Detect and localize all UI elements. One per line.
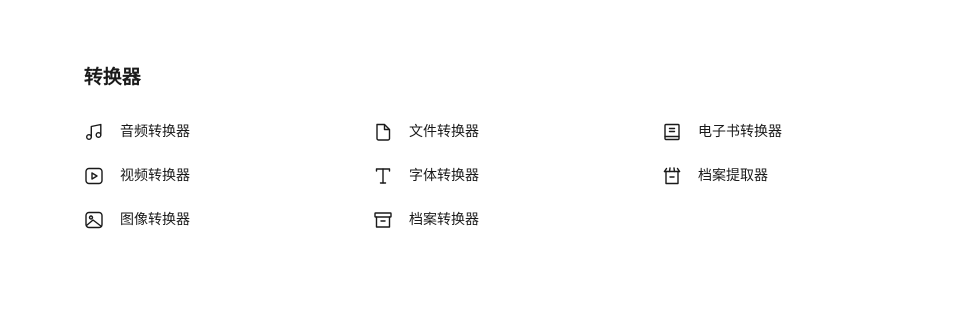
archive-converter-link[interactable]: 档案转换器: [373, 198, 662, 242]
ebook-icon: [662, 122, 682, 142]
font-icon: [373, 166, 393, 186]
ebook-converter-link[interactable]: 电子书转换器: [662, 110, 884, 154]
document-converter-label: 文件转换器: [409, 124, 479, 140]
archive-extractor-link[interactable]: 档案提取器: [662, 154, 884, 198]
font-converter-link[interactable]: 字体转换器: [373, 154, 662, 198]
converter-grid: 音频转换器 文件转换器 电子书转换器 视频转换器 字体转换器 档案提取器 图像转…: [84, 110, 884, 242]
archive-converter-label: 档案转换器: [409, 212, 479, 228]
document-icon: [373, 122, 393, 142]
audio-converter-label: 音频转换器: [120, 124, 190, 140]
ebook-converter-label: 电子书转换器: [698, 124, 782, 140]
image-converter-link[interactable]: 图像转换器: [84, 198, 373, 242]
audio-converter-link[interactable]: 音频转换器: [84, 110, 373, 154]
converters-section: 转换器 音频转换器 文件转换器 电子书转换器 视频转换器 字体转换器 档案提取器…: [84, 64, 884, 242]
section-title: 转换器: [84, 66, 142, 88]
video-converter-label: 视频转换器: [120, 168, 190, 184]
archive-extractor-label: 档案提取器: [698, 168, 768, 184]
document-converter-link[interactable]: 文件转换器: [373, 110, 662, 154]
video-converter-link[interactable]: 视频转换器: [84, 154, 373, 198]
font-converter-label: 字体转换器: [409, 168, 479, 184]
archive-extract-icon: [662, 166, 682, 186]
music-note-icon: [84, 122, 104, 142]
video-play-icon: [84, 166, 104, 186]
image-converter-label: 图像转换器: [120, 212, 190, 228]
image-icon: [84, 210, 104, 230]
archive-box-icon: [373, 210, 393, 230]
